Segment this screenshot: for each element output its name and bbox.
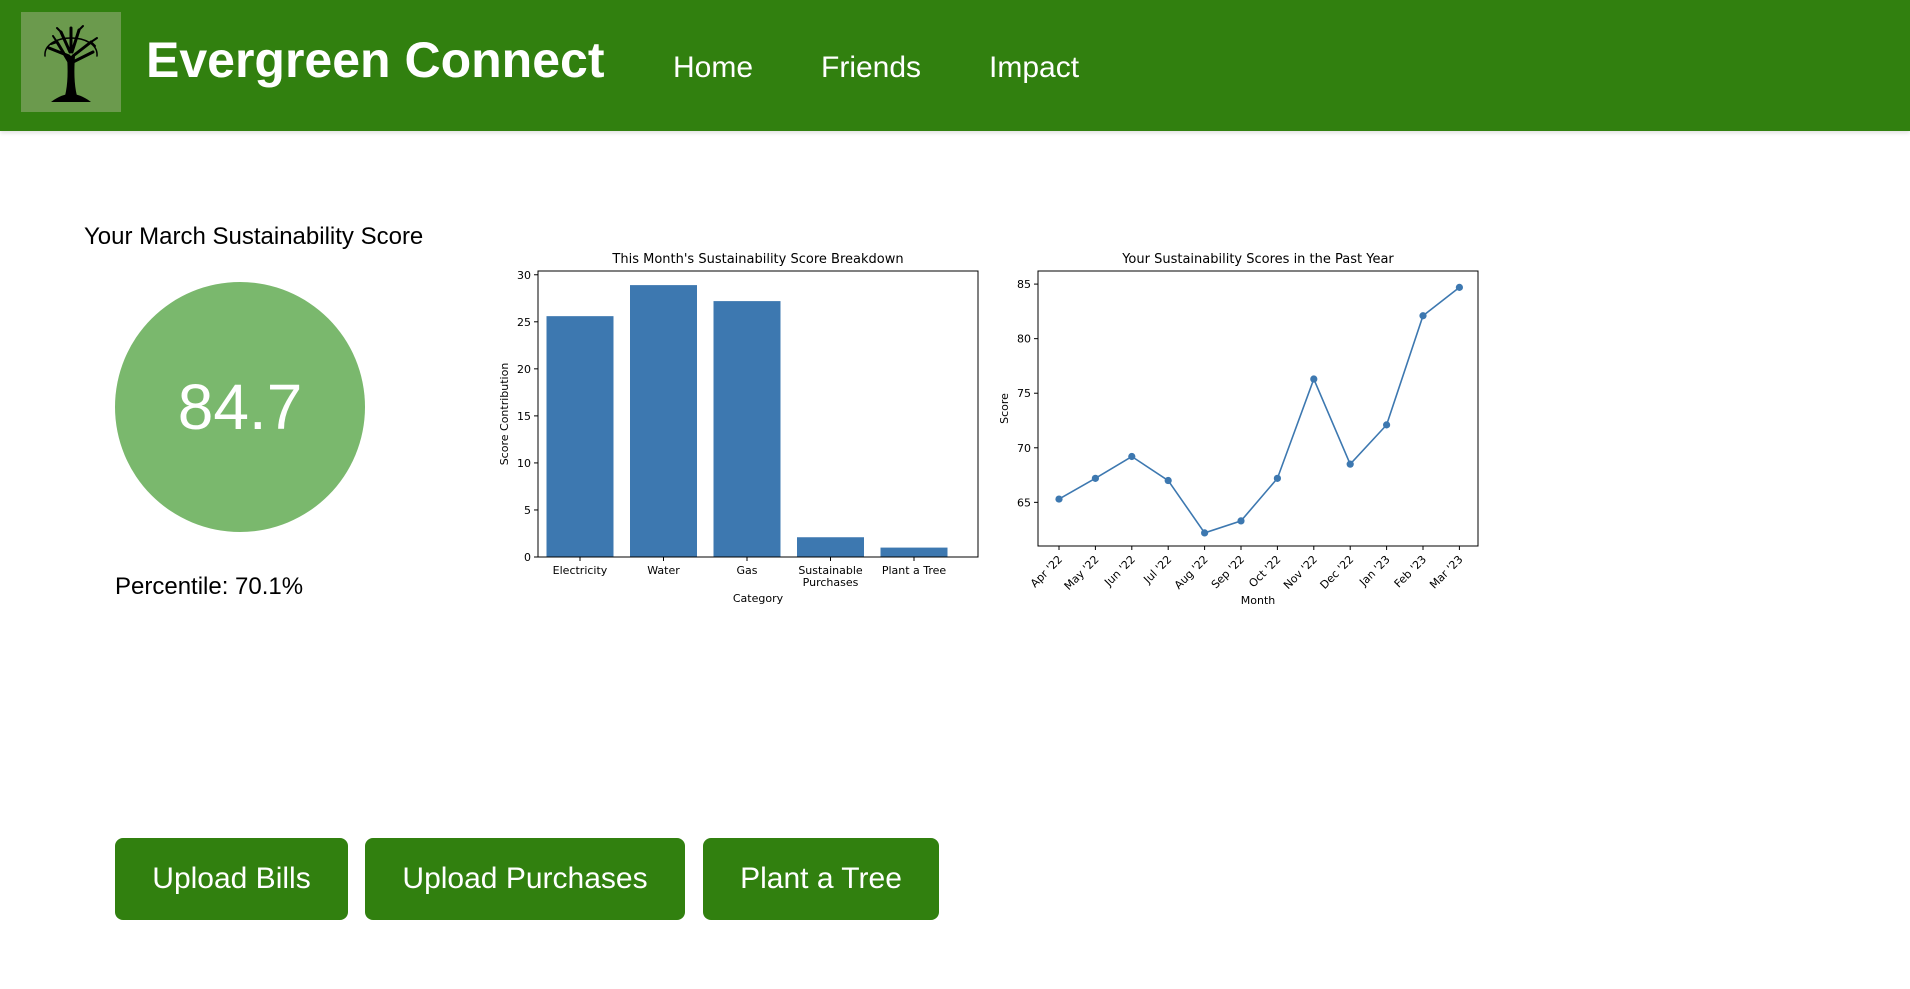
yearly-score-line-chart: Your Sustainability Scores in the Past Y… bbox=[998, 252, 1479, 607]
x-tick-label: Sep '22 bbox=[1209, 553, 1247, 591]
y-axis-label: Score bbox=[998, 393, 1011, 424]
bar-chart-title: This Month's Sustainability Score Breakd… bbox=[611, 252, 903, 267]
score-point-5 bbox=[1201, 529, 1209, 537]
y-tick-label: 25 bbox=[517, 316, 531, 329]
nav-impact-link[interactable]: Impact bbox=[989, 50, 1079, 86]
bar-3 bbox=[713, 301, 781, 557]
score-heading: Your March Sustainability Score bbox=[84, 223, 424, 250]
app-title: Evergreen Connect bbox=[146, 32, 605, 88]
line-chart-title: Your Sustainability Scores in the Past Y… bbox=[1121, 252, 1394, 267]
x-tick-label-line: Gas bbox=[737, 564, 758, 577]
percentile-label: Percentile: 70.1% bbox=[115, 573, 304, 600]
x-tick-label-line: Electricity bbox=[553, 564, 608, 577]
bar-2 bbox=[630, 285, 697, 557]
y-tick-label: 75 bbox=[1017, 387, 1031, 400]
x-tick-label: Feb '23 bbox=[1392, 553, 1429, 590]
y-tick-label: 15 bbox=[517, 410, 531, 423]
score-series-line bbox=[1058, 286, 1460, 534]
x-axis-label: Month bbox=[1241, 594, 1276, 607]
y-tick-label: 30 bbox=[517, 269, 531, 282]
score-point-1 bbox=[1055, 495, 1063, 503]
upload-bills-button[interactable]: Upload Bills bbox=[115, 838, 348, 920]
score-point-7 bbox=[1273, 474, 1281, 482]
x-tick-label: May '22 bbox=[1062, 553, 1102, 593]
score-point-8 bbox=[1310, 375, 1318, 383]
y-tick-label: 20 bbox=[517, 363, 531, 376]
y-axis-label: Score Contribution bbox=[498, 363, 511, 466]
x-tick-label: Jul '22 bbox=[1141, 553, 1175, 587]
x-tick-label: Apr '22 bbox=[1028, 553, 1065, 590]
y-tick-label: 65 bbox=[1017, 496, 1031, 509]
y-tick-label: 5 bbox=[524, 504, 531, 517]
x-tick-label: Gas bbox=[737, 564, 758, 577]
x-tick-label-line: Purchases bbox=[803, 576, 859, 589]
score-point-9 bbox=[1346, 460, 1354, 468]
score-point-4 bbox=[1164, 476, 1172, 485]
x-tick-label: Dec '22 bbox=[1318, 553, 1357, 592]
line-chart-frame bbox=[1037, 270, 1479, 547]
x-axis-label: Category bbox=[733, 592, 784, 605]
x-tick-label-line: Water bbox=[647, 564, 680, 577]
y-tick-label: 70 bbox=[1017, 442, 1031, 455]
x-tick-label: Jun '22 bbox=[1101, 553, 1138, 590]
score-point-6 bbox=[1237, 517, 1245, 525]
y-tick-label: 10 bbox=[517, 457, 531, 470]
y-tick-label: 80 bbox=[1017, 333, 1031, 346]
x-tick-label: Oct '22 bbox=[1246, 553, 1283, 590]
upload-purchases-button[interactable]: Upload Purchases bbox=[365, 838, 685, 920]
x-tick-label: Plant a Tree bbox=[882, 564, 947, 577]
plant-a-tree-button[interactable]: Plant a Tree bbox=[703, 838, 939, 920]
x-tick-label: Mar '23 bbox=[1427, 553, 1465, 591]
score-point-12 bbox=[1455, 283, 1463, 291]
score-circle: 84.7 bbox=[115, 282, 365, 532]
x-tick-label: Aug '22 bbox=[1172, 553, 1211, 592]
tree-logo-icon[interactable] bbox=[21, 12, 121, 112]
bar-5 bbox=[880, 547, 948, 557]
x-tick-label: Nov '22 bbox=[1281, 553, 1320, 592]
top-navbar: Evergreen Connect Home Friends Impact bbox=[0, 0, 1910, 131]
score-point-11 bbox=[1419, 312, 1427, 320]
score-value: 84.7 bbox=[177, 371, 303, 443]
x-tick-label-line: Plant a Tree bbox=[882, 564, 947, 577]
x-tick-label: Sustainable Purchases bbox=[798, 564, 863, 589]
x-tick-label: Water bbox=[647, 564, 680, 577]
y-tick-label: 85 bbox=[1017, 278, 1031, 291]
y-tick-label: 0 bbox=[524, 551, 531, 564]
score-breakdown-bar-chart: This Month's Sustainability Score Breakd… bbox=[498, 252, 979, 605]
nav-home-link[interactable]: Home bbox=[673, 50, 753, 86]
x-tick-label: Electricity bbox=[553, 564, 608, 577]
score-point-10 bbox=[1383, 421, 1391, 429]
score-point-2 bbox=[1091, 474, 1099, 482]
bar-1 bbox=[546, 316, 614, 557]
bar-4 bbox=[797, 537, 864, 557]
score-point-3 bbox=[1128, 452, 1136, 461]
nav-friends-link[interactable]: Friends bbox=[821, 50, 921, 86]
x-tick-label: Jan '23 bbox=[1356, 553, 1392, 589]
